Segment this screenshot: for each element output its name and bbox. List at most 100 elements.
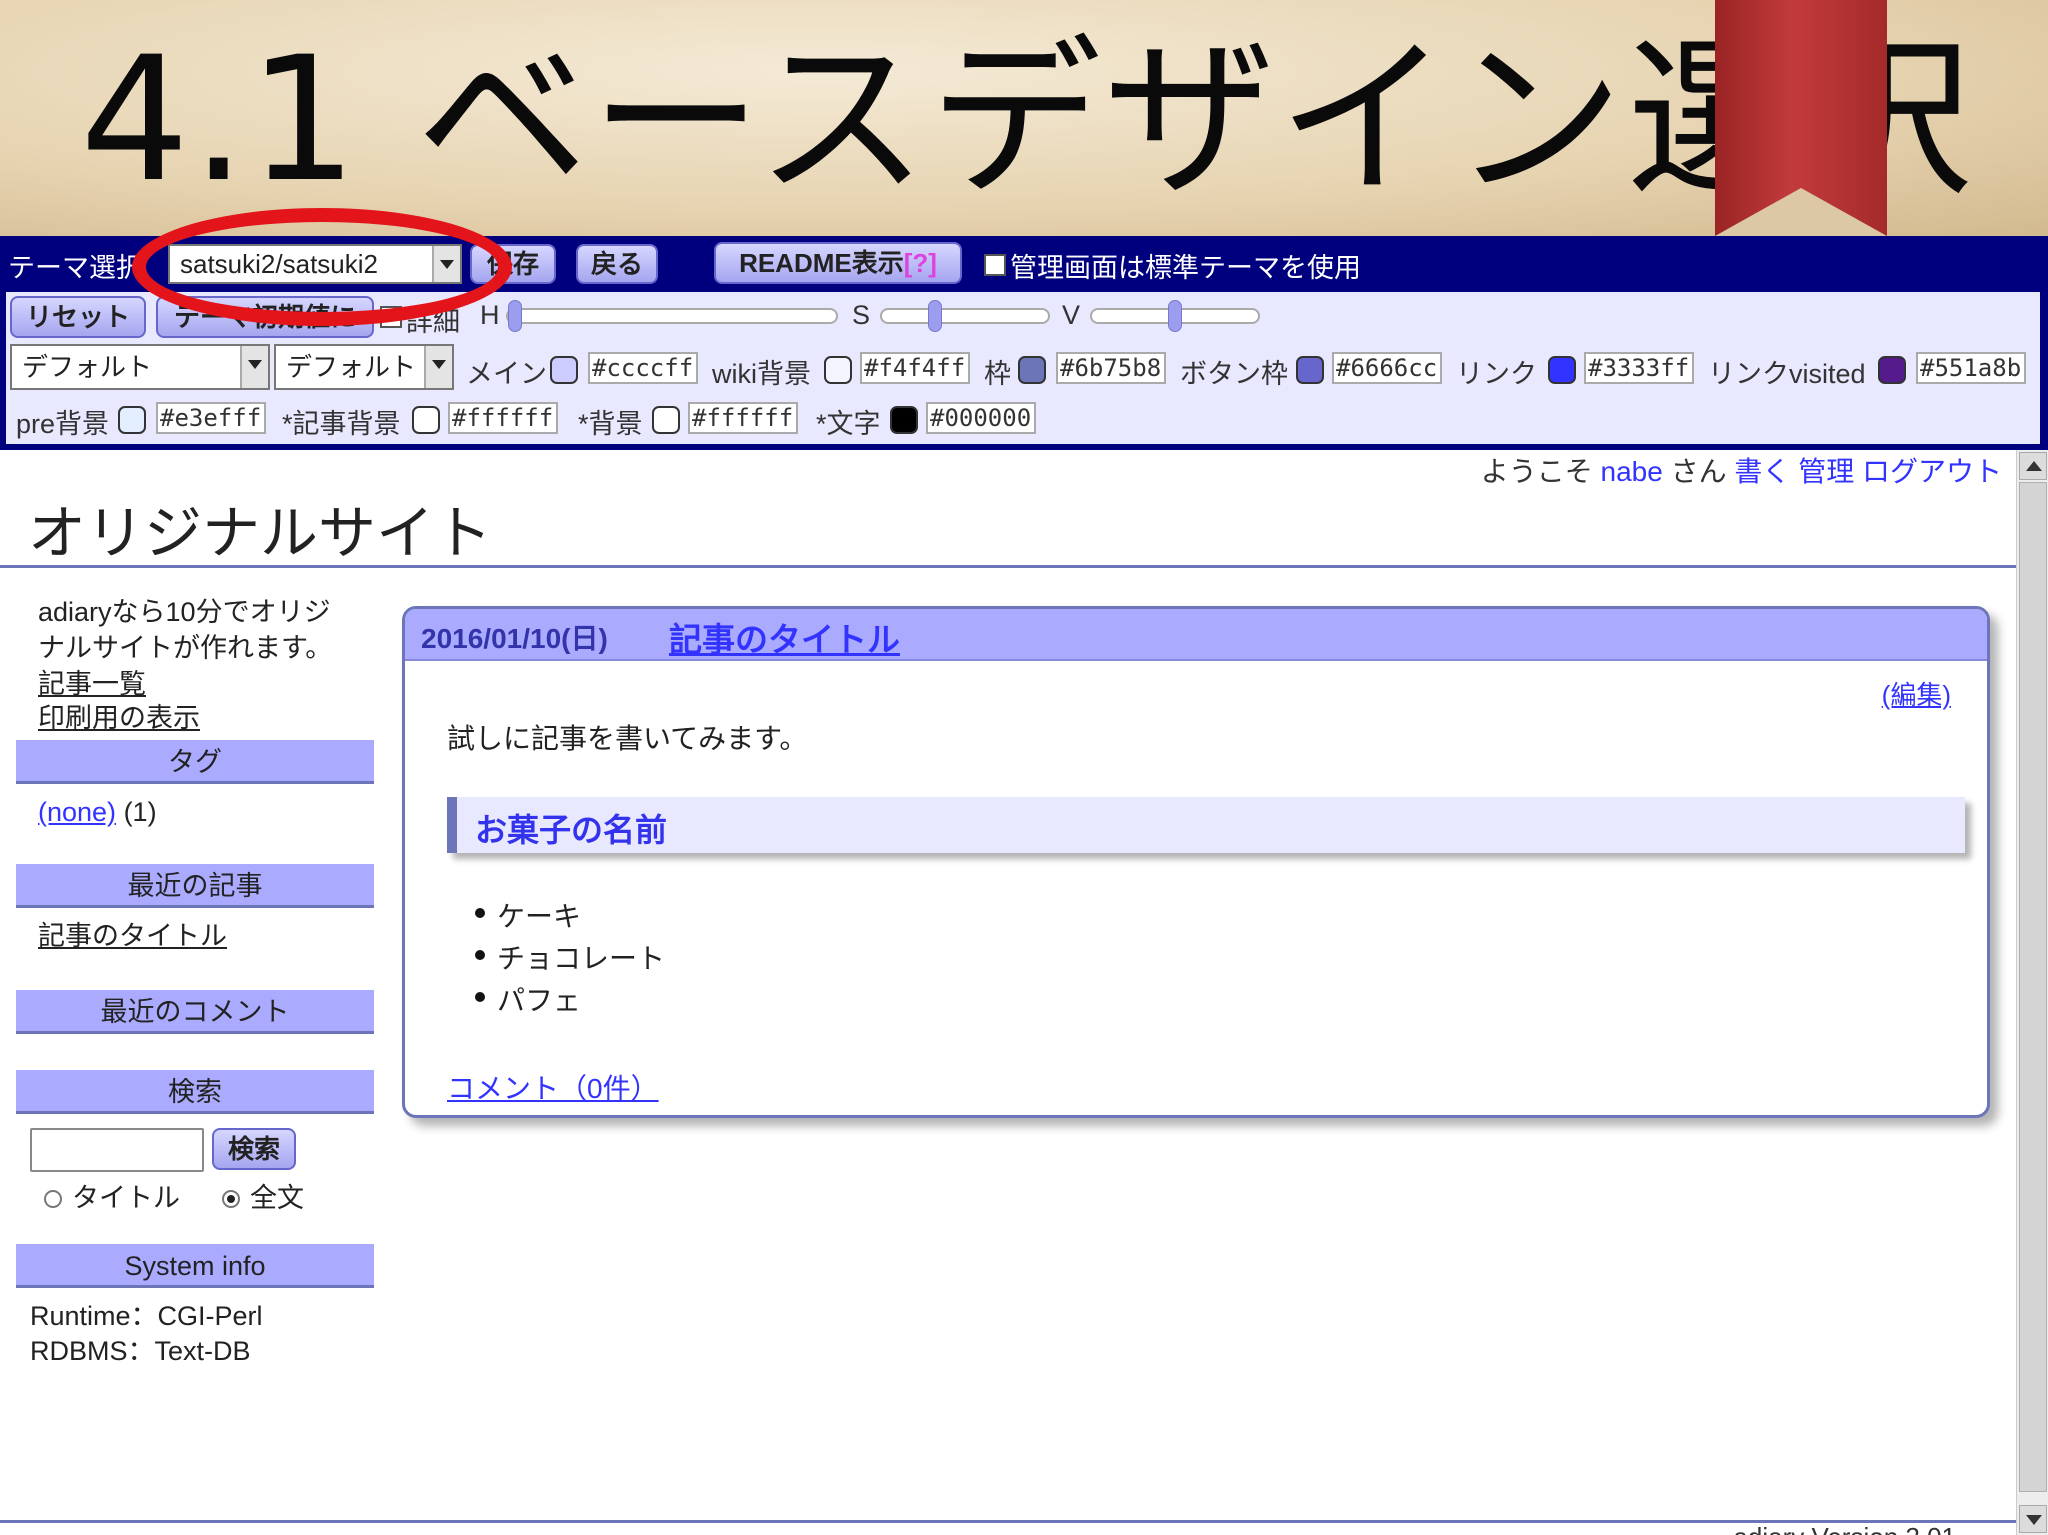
recent-article-link[interactable]: 記事のタイトル [38,918,227,954]
color-hex-bg[interactable]: #ffffff [688,402,798,434]
runtime-info: Runtime：CGI-Perl [30,1301,263,1331]
user-bar: ようこそ nabe さん 書く 管理 ログアウト [1481,450,2002,490]
preset-select-1[interactable]: デフォルト [10,344,270,390]
article-body-text: 試しに記事を書いてみます。 [447,723,808,754]
color-label-link: リンク [1456,359,1537,389]
color-label-bg: *背景 [578,409,643,439]
recent-comments-heading: 最近のコメント [16,990,374,1034]
readme-label: README表示 [739,248,904,278]
color-swatch-link-visited[interactable] [1878,356,1906,384]
blog-page: ようこそ nabe さん 書く 管理 ログアウト オリジナルサイト adiary… [0,450,2016,1535]
list-item: パフェ [474,979,581,1019]
color-label-button-border: ボタン枠 [1180,359,1288,389]
radio-fulltext-label: 全文 [250,1183,304,1213]
search-input[interactable] [30,1128,204,1172]
section-heading-text: お菓子の名前 [475,812,668,848]
radio-fulltext[interactable] [222,1190,240,1208]
readme-button[interactable]: README表示[?] [714,242,962,284]
list-item: チョコレート [474,937,665,977]
v-slider[interactable] [1090,300,1260,332]
system-info-heading: System info [16,1244,374,1288]
admin-std-theme-checkbox[interactable] [984,254,1006,276]
preset-select-1-value: デフォルト [22,352,153,382]
color-label-text: *文字 [816,409,881,439]
color-hex-article-bg[interactable]: #ffffff [448,402,558,434]
color-swatch-wiki-bg[interactable] [824,356,852,384]
color-hex-pre-bg[interactable]: #e3efff [156,402,266,434]
color-swatch-bg[interactable] [652,406,680,434]
color-hex-wiki-bg[interactable]: #f4f4ff [860,352,970,384]
article-card: 2016/01/10(日) 記事のタイトル (編集) 試しに記事を書いてみます。… [402,606,1990,1118]
honorific-text: さん [1670,456,1727,487]
theme-select-label: テーマ選択 [8,253,143,283]
color-hex-link[interactable]: #3333ff [1584,352,1694,384]
color-label-main: メイン [466,359,547,389]
scroll-down-icon[interactable] [2019,1505,2047,1533]
back-button[interactable]: 戻る [576,244,658,284]
edit-link[interactable]: (編集) [1882,675,1951,712]
scroll-thumb[interactable] [2019,482,2047,1492]
bookmark-notch [1715,188,1887,236]
logout-link[interactable]: ログアウト [1862,456,2002,487]
s-slider-thumb[interactable] [927,300,942,332]
highlight-ellipse [132,208,512,326]
color-swatch-pre-bg[interactable] [118,406,146,434]
preset-select-2-value: デフォルト [286,352,417,382]
vertical-scrollbar[interactable] [2016,450,2048,1535]
radio-selected-dot [227,1195,235,1203]
color-label-border: 枠 [984,359,1011,389]
color-label-wiki-bg: wiki背景 [712,359,811,389]
sidebar-intro-line2: ナルサイトが作れます。 [38,633,333,663]
scroll-up-icon[interactable] [2019,452,2047,480]
color-swatch-link[interactable] [1548,356,1576,384]
comment-link[interactable]: コメント（0件） [447,1067,659,1107]
preset-select-2[interactable]: デフォルト [274,344,454,390]
color-label-pre-bg: pre背景 [16,409,110,439]
color-swatch-button-border[interactable] [1296,356,1324,384]
color-hex-border[interactable]: #6b75b8 [1056,352,1166,384]
user-link[interactable]: nabe [1601,456,1663,487]
s-slider-label: S [852,300,871,330]
h-slider-thumb[interactable] [508,300,522,332]
article-list-link[interactable]: 記事一覧 [38,666,146,702]
chevron-down-icon [424,346,452,388]
site-title[interactable]: オリジナルサイト [28,486,492,570]
h-slider[interactable] [506,300,838,332]
recent-articles-heading: 最近の記事 [16,864,374,908]
h-slider-label: H [480,300,500,330]
tag-heading: タグ [16,740,374,784]
v-slider-label: V [1062,300,1081,330]
reset-button[interactable]: リセット [10,296,146,338]
admin-std-theme-label: 管理画面は標準テーマを使用 [1010,253,1361,283]
rdbms-info: RDBMS：Text-DB [30,1336,251,1366]
article-date: 2016/01/10(日) [421,623,608,654]
readme-help: [?] [903,248,937,278]
write-link[interactable]: 書く [1734,456,1790,487]
color-hex-link-visited[interactable]: #551a8b [1916,352,2026,384]
color-label-article-bg: *記事背景 [282,409,401,439]
admin-link[interactable]: 管理 [1798,456,1854,487]
sidebar-intro-line1: adiaryなら10分でオリジ [38,597,331,627]
tag-item: (none) (1) [38,794,157,830]
article-header: 2016/01/10(日) 記事のタイトル [405,609,1987,661]
radio-title[interactable] [44,1190,62,1208]
search-button[interactable]: 検索 [212,1128,296,1170]
welcome-text: ようこそ [1480,456,1593,487]
article-title-link[interactable]: 記事のタイトル [669,613,900,661]
sidebar: adiaryなら10分でオリジ ナルサイトが作れます。 記事一覧 印刷用の表示 … [0,568,390,1368]
color-hex-text[interactable]: #000000 [926,402,1036,434]
color-swatch-article-bg[interactable] [412,406,440,434]
section-heading: お菓子の名前 [447,797,1965,853]
color-swatch-main[interactable] [550,356,578,384]
s-slider[interactable] [880,300,1050,332]
color-swatch-border[interactable] [1018,356,1046,384]
color-hex-main[interactable]: #ccccff [588,352,698,384]
footer-divider [0,1520,2016,1523]
tag-link[interactable]: (none) [38,797,116,827]
v-slider-thumb[interactable] [1168,300,1182,332]
footer-version: adiary Version 2.01 [1733,1522,1956,1535]
color-hex-button-border[interactable]: #6666cc [1332,352,1442,384]
slide-title: 4.1 ベースデザイン選択 [80,19,1974,220]
print-view-link[interactable]: 印刷用の表示 [38,700,200,736]
color-swatch-text[interactable] [890,406,918,434]
